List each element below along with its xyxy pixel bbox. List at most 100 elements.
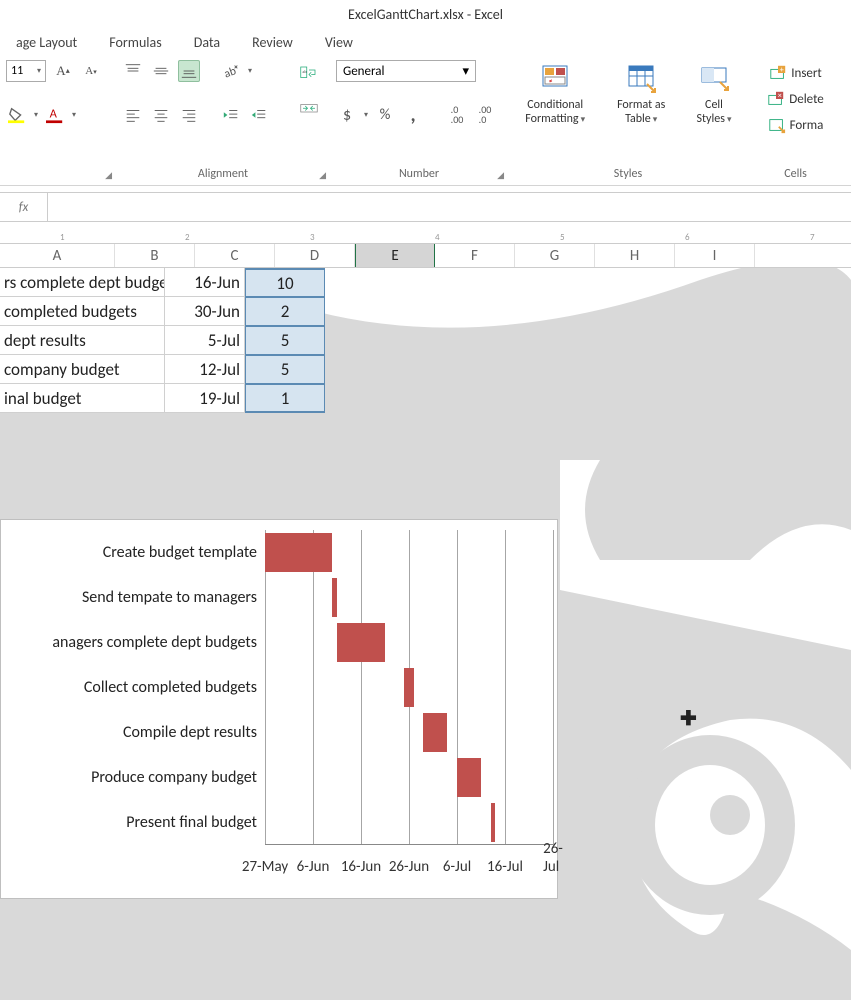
chevron-down-icon[interactable]: ▾ [364, 110, 368, 120]
chevron-down-icon: ▾ [37, 66, 41, 76]
cell[interactable]: rs complete dept budge [0, 268, 165, 297]
increase-decimal-icon[interactable]: .0.00 [446, 104, 468, 126]
col-header-D[interactable]: D [275, 244, 355, 267]
column-headers: A B C D E F G H I [0, 244, 851, 268]
chevron-down-icon: ▾ [462, 64, 469, 79]
increase-font-icon[interactable]: A▴ [52, 60, 74, 82]
chevron-down-icon[interactable]: ▾ [72, 110, 76, 120]
col-header-A[interactable]: A [0, 244, 115, 267]
conditional-formatting-label: Conditional Formatting [520, 98, 590, 127]
col-header-E[interactable]: E [355, 244, 435, 267]
align-center-icon[interactable] [150, 104, 172, 126]
cell[interactable]: 16-Jun [165, 268, 245, 297]
tab-data[interactable]: Data [178, 34, 236, 51]
percent-button[interactable]: % [374, 104, 396, 126]
align-bottom-icon[interactable] [178, 60, 200, 82]
group-font: 11 ▾ A▴ A▾ ▾ A ▾ ◢ [0, 56, 116, 185]
chart-bar [404, 668, 414, 706]
chart-x-tick: 6-Jul [443, 858, 471, 876]
table-row: company budget 12-Jul 5 [0, 355, 851, 384]
ribbon: 11 ▾ A▴ A▾ ▾ A ▾ ◢ [0, 56, 851, 186]
chart-x-tick: 16-Jul [487, 858, 523, 876]
chart-category-label: Send tempate to managers [0, 588, 257, 607]
tab-formulas[interactable]: Formulas [93, 34, 177, 51]
group-label-cells: Cells [784, 167, 807, 181]
wrap-text-button[interactable]: ab [298, 62, 320, 84]
ribbon-tabs: age Layout Formulas Data Review View [0, 28, 851, 56]
col-header-B[interactable]: B [115, 244, 195, 267]
cell[interactable]: dept results [0, 326, 165, 355]
cell-selected[interactable]: 5 [245, 326, 325, 355]
increase-indent-icon[interactable] [248, 104, 270, 126]
cell[interactable]: 19-Jul [165, 384, 245, 413]
group-label-alignment: Alignment [198, 167, 248, 181]
ruler-mark: 7 [810, 232, 815, 243]
dialog-launcher-icon[interactable]: ◢ [497, 170, 504, 181]
chart-category-label: Compile dept results [0, 723, 257, 742]
align-middle-icon[interactable] [150, 60, 172, 82]
insert-button[interactable]: + Insert [769, 62, 822, 84]
delete-button[interactable]: × Delete [767, 88, 824, 110]
tab-view[interactable]: View [309, 34, 369, 51]
ruler-mark: 2 [185, 232, 190, 243]
decrease-decimal-icon[interactable]: .00.0 [474, 104, 496, 126]
cell[interactable]: 30-Jun [165, 297, 245, 326]
comma-button[interactable]: , [402, 104, 424, 126]
gantt-chart[interactable]: 27-May6-Jun16-Jun26-Jun6-Jul16-Jul26-Jul… [0, 519, 558, 899]
chart-bar [457, 758, 481, 796]
col-header-F[interactable]: F [435, 244, 515, 267]
table-row: dept results 5-Jul 5 [0, 326, 851, 355]
col-header-H[interactable]: H [595, 244, 675, 267]
decrease-indent-icon[interactable] [220, 104, 242, 126]
accounting-format-button[interactable]: $ [336, 104, 358, 126]
number-format-combo[interactable]: General ▾ [336, 60, 476, 82]
cell-selected[interactable]: 2 [245, 297, 325, 326]
chart-category-label: anagers complete dept budgets [0, 633, 257, 652]
font-size-combo[interactable]: 11 ▾ [6, 60, 46, 82]
merge-center-button[interactable] [298, 98, 320, 120]
dialog-launcher-icon[interactable]: ◢ [105, 170, 112, 181]
cell[interactable]: 12-Jul [165, 355, 245, 384]
cell-selected[interactable]: 10 [245, 268, 325, 297]
dialog-launcher-icon[interactable]: ◢ [319, 170, 326, 181]
cell[interactable]: completed budgets [0, 297, 165, 326]
svg-text:≠: ≠ [549, 76, 553, 85]
chevron-down-icon[interactable]: ▾ [34, 110, 38, 120]
align-right-icon[interactable] [178, 104, 200, 126]
fill-color-button[interactable] [6, 104, 28, 126]
table-row: completed budgets 30-Jun 2 [0, 297, 851, 326]
cell[interactable]: 5-Jul [165, 326, 245, 355]
ruler-mark: 1 [60, 232, 65, 243]
formula-input[interactable] [48, 193, 851, 221]
cell[interactable]: inal budget [0, 384, 165, 413]
col-header-C[interactable]: C [195, 244, 275, 267]
format-button[interactable]: Forma [768, 114, 824, 136]
cell[interactable]: company budget [0, 355, 165, 384]
font-color-button[interactable]: A [44, 104, 66, 126]
cell-selected[interactable]: 5 [245, 355, 325, 384]
chart-category-label: Produce company budget [0, 768, 257, 787]
align-left-icon[interactable] [122, 104, 144, 126]
decrease-font-icon[interactable]: A▾ [80, 60, 102, 82]
group-styles: ≠ Conditional Formatting Format as Table… [508, 56, 748, 185]
format-as-table-button[interactable]: Format as Table [604, 60, 678, 129]
chevron-down-icon[interactable]: ▾ [248, 66, 252, 76]
col-header-G[interactable]: G [515, 244, 595, 267]
worksheet-grid[interactable]: rs complete dept budge 16-Jun 10 complet… [0, 268, 851, 413]
conditional-formatting-button[interactable]: ≠ Conditional Formatting [514, 60, 596, 129]
col-header-I[interactable]: I [675, 244, 755, 267]
tab-review[interactable]: Review [236, 34, 309, 51]
orientation-button[interactable]: ab [220, 60, 242, 82]
align-top-icon[interactable] [122, 60, 144, 82]
ruler-mark: 6 [685, 232, 690, 243]
group-number: General ▾ $ ▾ % , .0.00 .00.0 Number◢ [330, 56, 508, 185]
format-label: Forma [790, 118, 824, 133]
tab-page-layout[interactable]: age Layout [0, 34, 93, 51]
horizontal-ruler: 1 2 3 4 5 6 7 [0, 222, 851, 244]
svg-text:A: A [50, 107, 58, 122]
format-as-table-label: Format as Table [610, 98, 672, 127]
fx-icon[interactable]: fx [0, 193, 48, 221]
cell-styles-button[interactable]: Cell Styles [686, 60, 742, 129]
chart-bar [332, 578, 337, 616]
cell-selected[interactable]: 1 [245, 384, 325, 413]
